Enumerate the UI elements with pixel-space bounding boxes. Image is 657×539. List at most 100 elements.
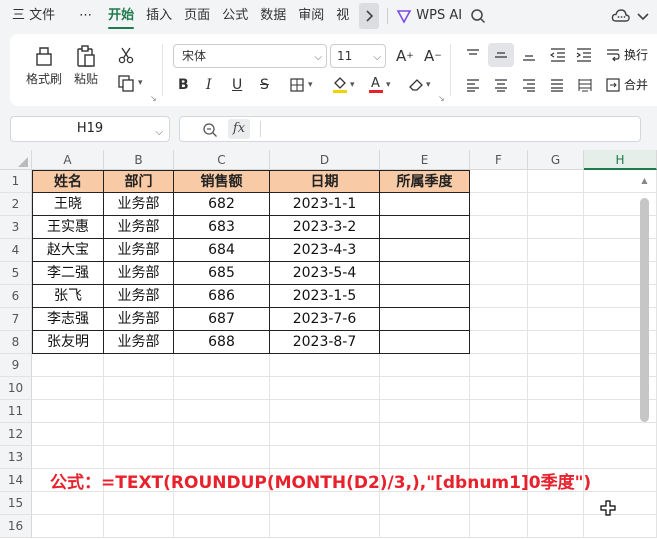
- cell-b4[interactable]: 业务部: [104, 239, 174, 262]
- cell-f4[interactable]: [470, 239, 528, 262]
- cell-a6[interactable]: 张飞: [32, 285, 104, 308]
- column-header-e[interactable]: E: [380, 150, 470, 170]
- cell-e3[interactable]: [380, 216, 470, 239]
- borders-icon[interactable]: [290, 78, 304, 92]
- cell-g12[interactable]: [528, 423, 584, 446]
- cell-g6[interactable]: [528, 285, 584, 308]
- cell-h15[interactable]: [584, 492, 657, 515]
- cell-a4[interactable]: 赵大宝: [32, 239, 104, 262]
- row-header-8[interactable]: 8: [0, 331, 32, 354]
- row-header-16[interactable]: 16: [0, 515, 32, 538]
- cell-a3[interactable]: 王实惠: [32, 216, 104, 239]
- table-header-cell[interactable]: 所属季度: [380, 170, 470, 193]
- cell-c7[interactable]: 687: [174, 308, 270, 331]
- row-header-12[interactable]: 12: [0, 423, 32, 446]
- table-header-cell[interactable]: 部门: [104, 170, 174, 193]
- merge-cells-label[interactable]: 合并: [624, 76, 648, 93]
- file-menu[interactable]: 三 文件: [0, 0, 61, 32]
- cloud-sync-icon[interactable]: [611, 6, 631, 26]
- scroll-up-icon[interactable]: ▲: [640, 176, 649, 188]
- more-menu[interactable]: ⋯: [73, 0, 98, 32]
- cell-d3[interactable]: 2023-3-2: [270, 216, 380, 239]
- cell-b15[interactable]: [104, 492, 174, 515]
- cell-e6[interactable]: [380, 285, 470, 308]
- cell-d15[interactable]: [270, 492, 380, 515]
- bold-icon[interactable]: B: [178, 74, 189, 96]
- cell-b9[interactable]: [104, 354, 174, 377]
- cell-g15[interactable]: [528, 492, 584, 515]
- cell-h14[interactable]: [584, 469, 657, 492]
- cell-a10[interactable]: [32, 377, 104, 400]
- clear-format-dropdown-icon[interactable]: ▾: [426, 74, 431, 96]
- align-right-icon[interactable]: [522, 78, 536, 92]
- spreadsheet-grid[interactable]: ABCDEFGH 1 2 3 4 5 6 7 8 9 10 11 12 13 14 15 16 姓名 部门 销售额…: [0, 150, 657, 539]
- cell-h13[interactable]: [584, 446, 657, 469]
- row-header-2[interactable]: 2: [0, 193, 32, 216]
- cell-g8[interactable]: [528, 331, 584, 354]
- cell-a7[interactable]: 李志强: [32, 308, 104, 331]
- row-header-6[interactable]: 6: [0, 285, 32, 308]
- cell-b2[interactable]: 业务部: [104, 193, 174, 216]
- insert-function-icon[interactable]: fx: [228, 119, 250, 139]
- row-header-10[interactable]: 10: [0, 377, 32, 400]
- cell-f3[interactable]: [470, 216, 528, 239]
- cell-a2[interactable]: 王晓: [32, 193, 104, 216]
- cell-e12[interactable]: [380, 423, 470, 446]
- cut-icon[interactable]: [117, 46, 135, 64]
- tab-review[interactable]: 审阅: [292, 0, 330, 32]
- cell-c16[interactable]: [174, 515, 270, 538]
- font-name-select[interactable]: 宋体 ⌵: [173, 44, 327, 68]
- cell-f16[interactable]: [470, 515, 528, 538]
- cell-d13[interactable]: [270, 446, 380, 469]
- cell-f8[interactable]: [470, 331, 528, 354]
- cell-e7[interactable]: [380, 308, 470, 331]
- cell-f15[interactable]: [470, 492, 528, 515]
- column-header-h[interactable]: H: [584, 150, 657, 170]
- align-center-icon[interactable]: [494, 78, 508, 92]
- cell-e9[interactable]: [380, 354, 470, 377]
- table-header-cell[interactable]: 日期: [270, 170, 380, 193]
- cell-f13[interactable]: [470, 446, 528, 469]
- row-header-13[interactable]: 13: [0, 446, 32, 469]
- vertical-scrollbar[interactable]: [640, 198, 649, 422]
- cell-d2[interactable]: 2023-1-1: [270, 193, 380, 216]
- cell-c8[interactable]: 688: [174, 331, 270, 354]
- align-left-icon[interactable]: [466, 78, 480, 92]
- cell-g9[interactable]: [528, 354, 584, 377]
- cell-b16[interactable]: [104, 515, 174, 538]
- cell-c2[interactable]: 682: [174, 193, 270, 216]
- cell-c12[interactable]: [174, 423, 270, 446]
- font-expand-icon[interactable]: ↘: [438, 94, 445, 103]
- cell-f2[interactable]: [470, 193, 528, 216]
- cell-c13[interactable]: [174, 446, 270, 469]
- copy-dropdown-icon[interactable]: ▾: [138, 72, 143, 94]
- align-bottom-icon[interactable]: [522, 48, 536, 62]
- cell-d7[interactable]: 2023-7-6: [270, 308, 380, 331]
- row-header-1[interactable]: 1: [0, 170, 32, 193]
- search-icon[interactable]: [470, 8, 486, 24]
- cell-b8[interactable]: 业务部: [104, 331, 174, 354]
- cell-f5[interactable]: [470, 262, 528, 285]
- column-header-b[interactable]: B: [104, 150, 174, 170]
- cell-b7[interactable]: 业务部: [104, 308, 174, 331]
- paste-button[interactable]: 粘贴: [74, 44, 98, 87]
- cell-f1[interactable]: [470, 170, 528, 193]
- align-middle-button[interactable]: [488, 43, 514, 67]
- cell-c3[interactable]: 683: [174, 216, 270, 239]
- formula-input[interactable]: fx: [179, 116, 641, 142]
- cell-a11[interactable]: [32, 400, 104, 423]
- cell-c9[interactable]: [174, 354, 270, 377]
- tab-home[interactable]: 开始: [102, 0, 140, 32]
- cell-h16[interactable]: [584, 515, 657, 538]
- increase-indent-icon[interactable]: [576, 48, 592, 62]
- tab-view[interactable]: 视: [330, 0, 355, 32]
- cell-d11[interactable]: [270, 400, 380, 423]
- cell-d12[interactable]: [270, 423, 380, 446]
- fill-color-dropdown-icon[interactable]: ▾: [350, 74, 355, 96]
- cell-f11[interactable]: [470, 400, 528, 423]
- cell-f6[interactable]: [470, 285, 528, 308]
- cell-b6[interactable]: 业务部: [104, 285, 174, 308]
- cell-b11[interactable]: [104, 400, 174, 423]
- borders-dropdown-icon[interactable]: ▾: [308, 74, 313, 96]
- row-header-7[interactable]: 7: [0, 308, 32, 331]
